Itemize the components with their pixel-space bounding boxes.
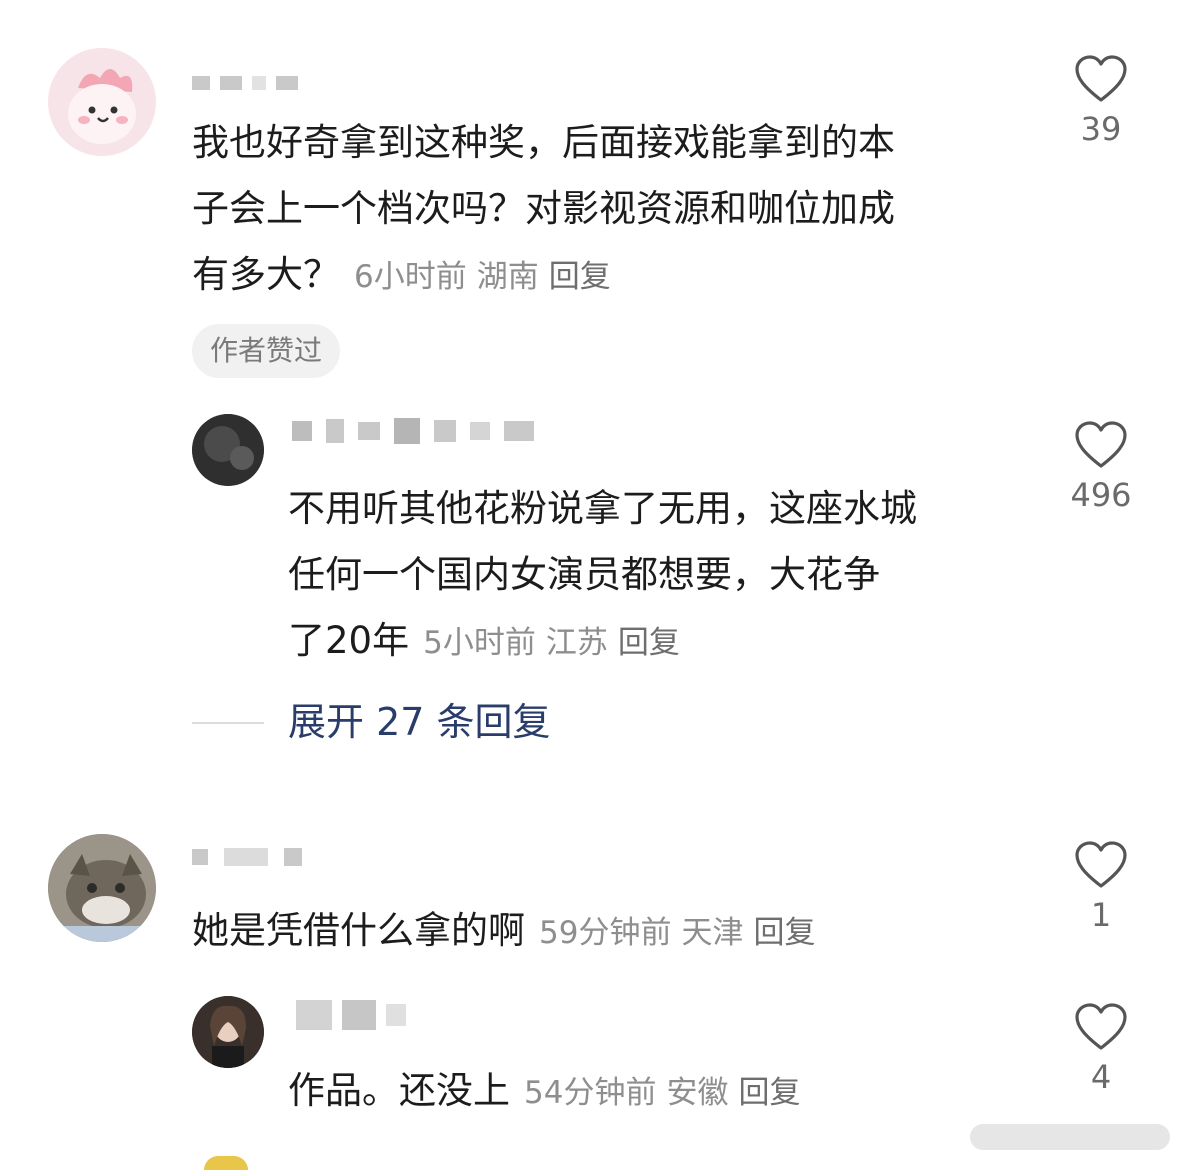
comment-meta: 5小时前 江苏 回复 [409, 625, 680, 661]
avatar[interactable] [48, 834, 156, 942]
like-count: 1 [1090, 896, 1112, 934]
girl-avatar-icon [192, 996, 264, 1068]
comment-line-with-meta: 了20年 5小时前 江苏 回复 [288, 619, 680, 662]
comment-line: 任何一个国内女演员都想要，大花争 [288, 553, 880, 596]
username-blurred[interactable] [296, 1000, 406, 1030]
comment-line-with-meta: 作品。还没上 54分钟前 安徽 回复 [288, 1069, 801, 1112]
divider [192, 722, 264, 724]
comment-time: 6小时前 [354, 259, 467, 295]
like-count: 496 [1070, 476, 1132, 514]
like-count: 4 [1090, 1058, 1112, 1096]
pink-cartoon-avatar-icon [48, 48, 156, 156]
reply-button[interactable]: 回复 [753, 915, 815, 951]
comment-meta: 6小时前 湖南 回复 [340, 259, 611, 295]
comment-line-with-meta: 有多大？ 6小时前 湖南 回复 [192, 253, 611, 296]
heart-icon [1075, 421, 1127, 468]
comment-text: 不用听其他花粉说拿了无用，这座水城 任何一个国内女演员都想要，大花争 了20年 5… [288, 476, 917, 676]
comment-location: 安徽 [666, 1075, 729, 1111]
avatar[interactable] [192, 996, 264, 1068]
author-liked-badge: 作者赞过 [192, 324, 341, 378]
next-avatar-peek [204, 1156, 248, 1170]
expand-replies-button[interactable]: 展开 27 条回复 [288, 696, 551, 748]
comment-text: 作品。还没上 54分钟前 安徽 回复 [288, 1058, 800, 1126]
comment-location: 江苏 [545, 625, 608, 661]
reply-button[interactable]: 回复 [738, 1075, 800, 1111]
reply-button[interactable]: 回复 [618, 625, 680, 661]
comment-line: 子会上一个档次吗？对影视资源和咖位加成 [192, 187, 895, 230]
comment-text: 我也好奇拿到这种奖，后面接戏能拿到的本 子会上一个档次吗？对影视资源和咖位加成 … [192, 110, 895, 310]
comment-meta: 59分钟前 天津 回复 [525, 915, 815, 951]
comment-text: 她是凭借什么拿的啊 59分钟前 天津 回复 [192, 898, 815, 966]
like-button[interactable]: 4 [1046, 1002, 1156, 1096]
comment-time: 5小时前 [423, 625, 536, 661]
like-button[interactable]: 1 [1046, 840, 1156, 934]
comment-line: 不用听其他花粉说拿了无用，这座水城 [288, 487, 917, 530]
dark-avatar-icon [192, 414, 264, 486]
heart-icon [1075, 1003, 1127, 1050]
username-blurred[interactable] [292, 418, 534, 444]
cat-avatar-icon [48, 834, 156, 942]
comment-line: 我也好奇拿到这种奖，后面接戏能拿到的本 [192, 121, 895, 164]
comment-time: 59分钟前 [539, 915, 672, 951]
username-blurred[interactable] [192, 76, 298, 90]
watermark-bar [970, 1124, 1170, 1150]
reply-button[interactable]: 回复 [549, 259, 611, 295]
like-button[interactable]: 496 [1046, 420, 1156, 514]
comment-meta: 54分钟前 安徽 回复 [510, 1075, 800, 1111]
avatar[interactable] [48, 48, 156, 156]
comment-location: 天津 [681, 915, 744, 951]
username-blurred[interactable] [192, 848, 302, 866]
like-button[interactable]: 39 [1046, 54, 1156, 148]
comment-line-with-meta: 她是凭借什么拿的啊 59分钟前 天津 回复 [192, 909, 816, 952]
heart-icon [1075, 55, 1127, 102]
comment-time: 54分钟前 [524, 1075, 657, 1111]
like-count: 39 [1080, 110, 1122, 148]
comment-location: 湖南 [476, 259, 539, 295]
heart-icon [1075, 841, 1127, 888]
avatar[interactable] [192, 414, 264, 486]
